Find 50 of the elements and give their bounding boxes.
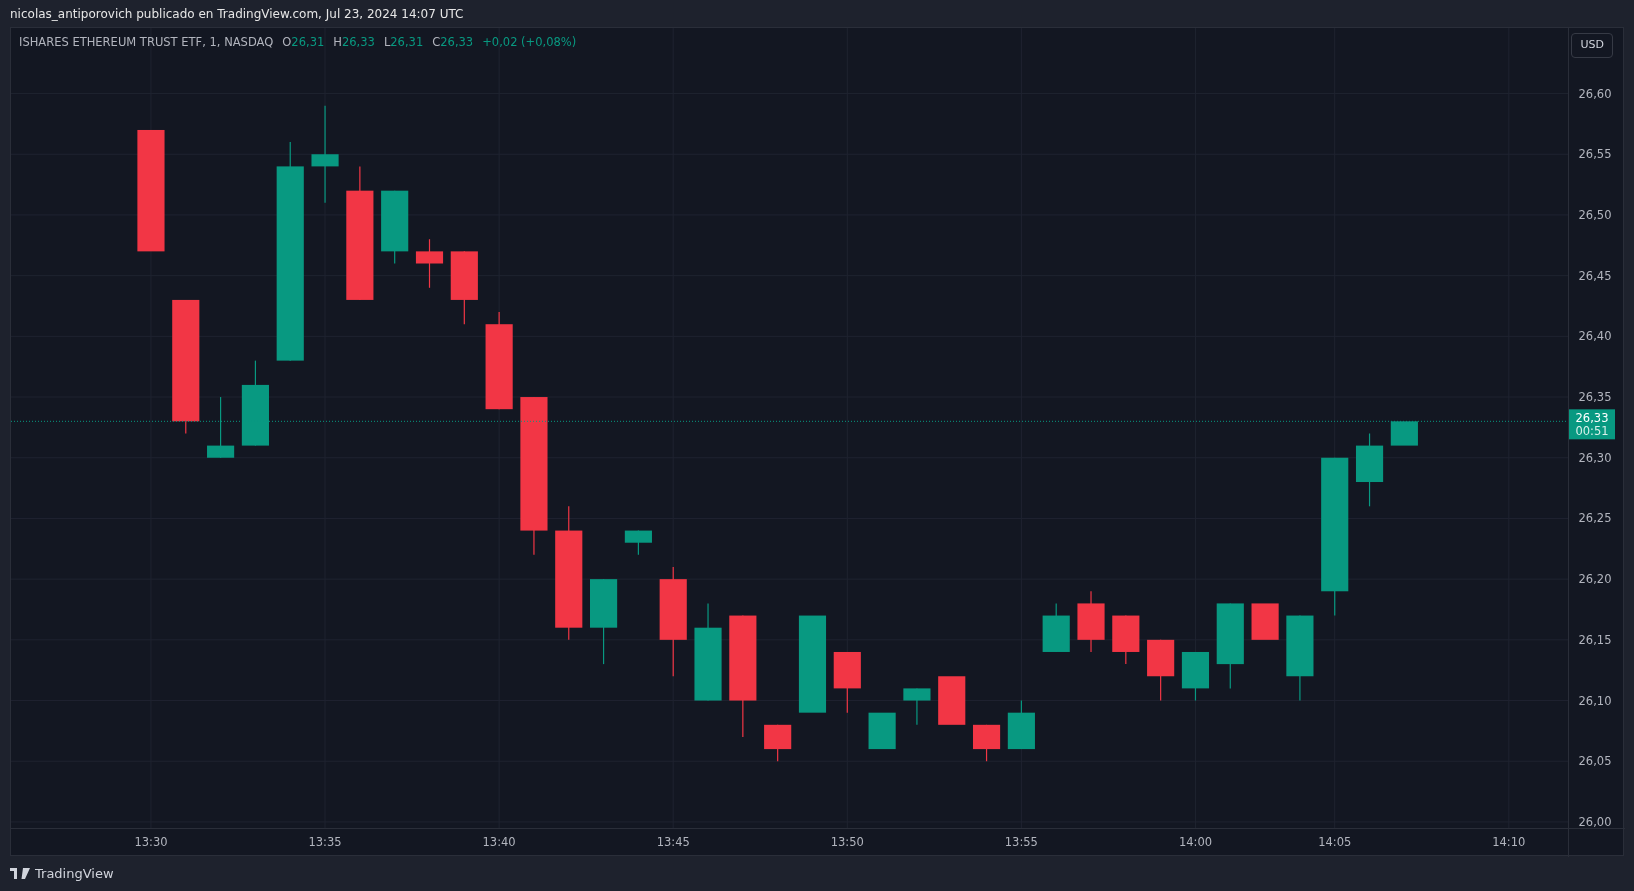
candle <box>1147 639 1175 702</box>
candle <box>833 651 861 714</box>
axis-tick-label: 26,05 <box>1578 754 1612 769</box>
candle <box>207 396 235 459</box>
publish-info: nicolas_antiporovich publicado en TradingView.com, Jul 23, 2024 14:07 UTC <box>10 7 464 21</box>
axis-tick-label: 26,15 <box>1578 632 1612 647</box>
candle <box>1112 614 1140 665</box>
axis-tick-label: 26,45 <box>1578 268 1612 283</box>
change-value: +0,02 (+0,08%) <box>482 34 577 51</box>
ohlc-value: H26,33 <box>333 34 375 51</box>
axis-tick-label: 14:00 <box>1178 835 1213 849</box>
axis-tick-label: 26,35 <box>1578 390 1612 405</box>
candle <box>1181 651 1210 702</box>
axis-tick-label: 26,30 <box>1578 450 1612 465</box>
candle <box>1042 602 1070 653</box>
candle <box>1251 603 1279 640</box>
axis-tick-label: 26,60 <box>1578 86 1612 101</box>
price-label: 26,33 00:51 <box>1569 409 1615 440</box>
axis-tick-label: 13:30 <box>134 835 168 849</box>
axis-tick-label: 26,50 <box>1578 207 1612 222</box>
candle <box>868 712 896 750</box>
candle <box>1007 699 1035 750</box>
candle <box>624 530 652 556</box>
axis-tick-label: 13:50 <box>830 835 864 849</box>
candle <box>764 724 792 762</box>
candle <box>1390 421 1418 446</box>
candle <box>973 724 1001 762</box>
axis-tick-label: 26,25 <box>1578 511 1612 526</box>
candle <box>903 687 931 726</box>
ohlc-value: O26,31 <box>282 34 325 51</box>
axis-tick-label: 26,55 <box>1578 147 1612 162</box>
axis-tick-label: 13:35 <box>308 835 342 849</box>
axis-tick-label: 13:55 <box>1004 835 1038 849</box>
brand-name: TradingView <box>35 865 114 883</box>
ohlc-value: L26,31 <box>383 34 424 51</box>
axis-tick-label: 14:10 <box>1492 835 1526 849</box>
axis-tick-label: 26,40 <box>1578 329 1612 344</box>
axis-tick-label: 13:45 <box>656 835 690 849</box>
candle <box>1077 590 1105 653</box>
axis-tick-label: 14:05 <box>1318 835 1352 849</box>
candle <box>415 238 444 289</box>
symbol-title: ISHARES ETHEREUM TRUST ETF, 1, NASDAQ <box>19 34 274 51</box>
logo-icon <box>10 868 30 880</box>
ohlc-value: C26,33 <box>432 34 474 51</box>
currency-button[interactable]: USD <box>1571 33 1613 58</box>
axis-tick-label: 26,20 <box>1578 572 1612 587</box>
axis-tick-label: 26,00 <box>1578 814 1612 829</box>
candle <box>938 676 966 725</box>
axis-tick-label: 26,10 <box>1578 693 1612 708</box>
axis-tick-label: 13:40 <box>482 835 516 849</box>
